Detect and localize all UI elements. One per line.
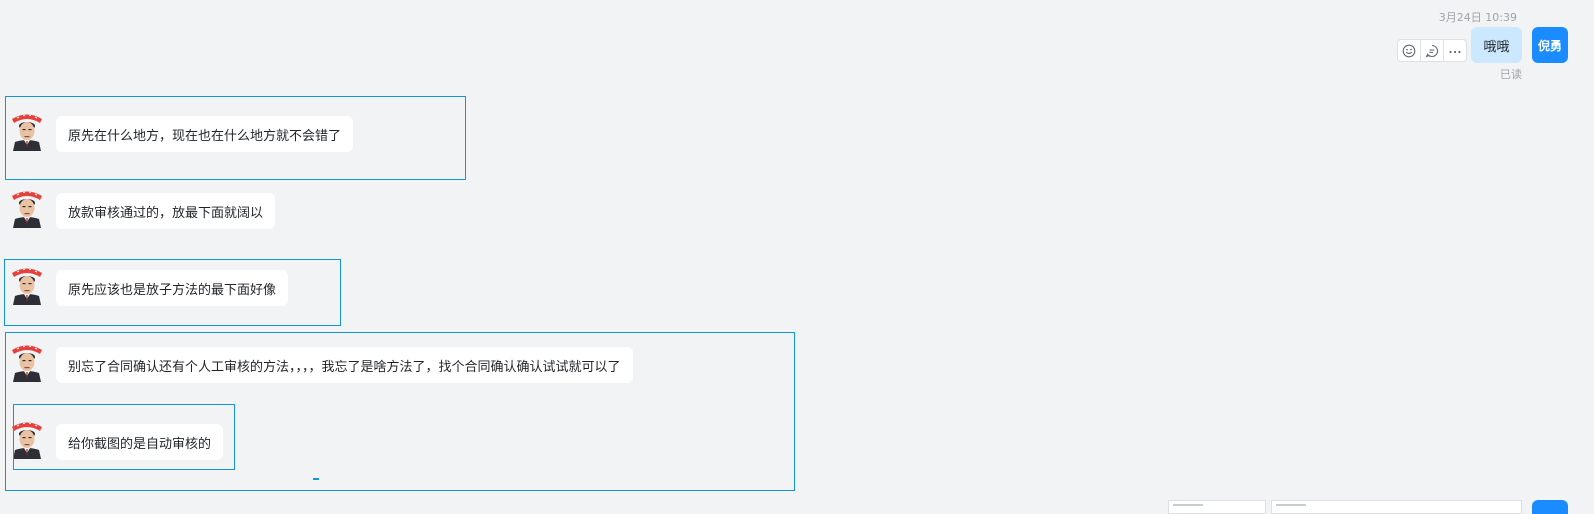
sender-avatar[interactable]: [9, 342, 45, 382]
sticker-avatar-icon: [9, 419, 45, 459]
message-action-toolbar: [1397, 39, 1467, 62]
screenshot-thumbnail[interactable]: [1271, 500, 1522, 514]
sender-avatar[interactable]: [9, 265, 45, 305]
text-cursor-mark: [313, 478, 319, 480]
reply-button[interactable]: [1421, 40, 1444, 61]
more-icon: [1449, 50, 1461, 53]
my-avatar-partial[interactable]: [1532, 500, 1568, 514]
sticker-avatar-icon: [9, 265, 45, 305]
sender-avatar[interactable]: [9, 188, 45, 228]
sticker-avatar-icon: [9, 188, 45, 228]
sticker-avatar-icon: [9, 342, 45, 382]
screenshot-thumbnail[interactable]: [1168, 500, 1266, 514]
message-timestamp: 3月24日 10:39: [1438, 11, 1517, 24]
sender-avatar[interactable]: [9, 419, 45, 459]
outgoing-message-bubble[interactable]: 哦哦: [1471, 27, 1522, 63]
incoming-message-bubble[interactable]: 原先应该也是放子方法的最下面好像: [56, 270, 289, 306]
emoji-reaction-icon: [1402, 44, 1416, 57]
emoji-reaction-button[interactable]: [1398, 40, 1421, 61]
sticker-avatar-icon: [9, 111, 45, 151]
read-status: 已读: [1500, 68, 1522, 81]
incoming-message-bubble[interactable]: 原先在什么地方，现在也在什么地方就不会错了: [56, 116, 354, 152]
reply-icon: [1425, 44, 1439, 57]
incoming-message-bubble[interactable]: 放款审核通过的，放最下面就阔以: [56, 193, 276, 229]
sender-avatar[interactable]: [9, 111, 45, 151]
incoming-message-bubble[interactable]: 给你截图的是自动审核的: [56, 424, 224, 460]
more-button[interactable]: [1444, 40, 1466, 61]
incoming-message-bubble[interactable]: 别忘了合同确认还有个人工审核的方法，，，，我忘了是啥方法了，找个合同确认确认试试…: [56, 347, 633, 383]
my-avatar[interactable]: 倪勇: [1532, 27, 1568, 63]
